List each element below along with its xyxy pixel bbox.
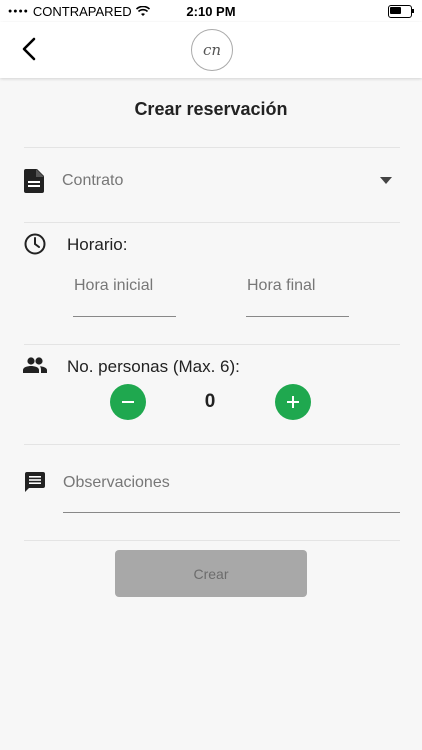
start-time-input[interactable]: Hora inicial xyxy=(73,272,176,318)
comment-icon xyxy=(25,472,45,492)
document-icon xyxy=(24,169,44,193)
logo: cn xyxy=(191,29,233,71)
back-chevron-icon[interactable] xyxy=(16,35,44,63)
notes-input[interactable]: Observaciones xyxy=(63,468,400,514)
clock-icon xyxy=(24,233,46,255)
divider xyxy=(24,540,400,541)
contract-dropdown[interactable]: Contrato xyxy=(22,160,400,204)
end-time-placeholder: Hora final xyxy=(247,277,316,294)
create-button[interactable]: Crear xyxy=(115,550,307,597)
create-button-label: Crear xyxy=(193,565,229,582)
battery-icon xyxy=(388,5,414,18)
people-label: No. personas (Max. 6): xyxy=(67,357,240,376)
status-bar: ●●●● CONTRAPARED 2:10 PM xyxy=(0,0,422,22)
notes-placeholder: Observaciones xyxy=(63,474,170,491)
notes-underline xyxy=(63,512,400,513)
minus-icon xyxy=(122,401,134,403)
start-time-placeholder: Hora inicial xyxy=(74,277,154,294)
start-time-underline xyxy=(73,316,176,317)
schedule-label: Horario: xyxy=(67,235,128,254)
people-count: 0 xyxy=(204,391,216,412)
increase-people-button[interactable] xyxy=(275,384,311,420)
dropdown-arrow-icon xyxy=(380,177,392,184)
status-time: 2:10 PM xyxy=(186,4,236,19)
people-icon xyxy=(23,357,47,373)
divider xyxy=(24,344,400,345)
decrease-people-button[interactable] xyxy=(110,384,146,420)
end-time-underline xyxy=(246,316,349,317)
contract-placeholder: Contrato xyxy=(62,172,124,189)
logo-text: cn xyxy=(202,41,222,59)
nav-bar: cn xyxy=(0,22,422,78)
plus-icon xyxy=(287,396,299,408)
end-time-input[interactable]: Hora final xyxy=(246,272,349,318)
divider xyxy=(24,444,400,445)
page-title: Crear reservación xyxy=(134,99,288,119)
divider xyxy=(24,147,400,148)
divider xyxy=(24,222,400,223)
